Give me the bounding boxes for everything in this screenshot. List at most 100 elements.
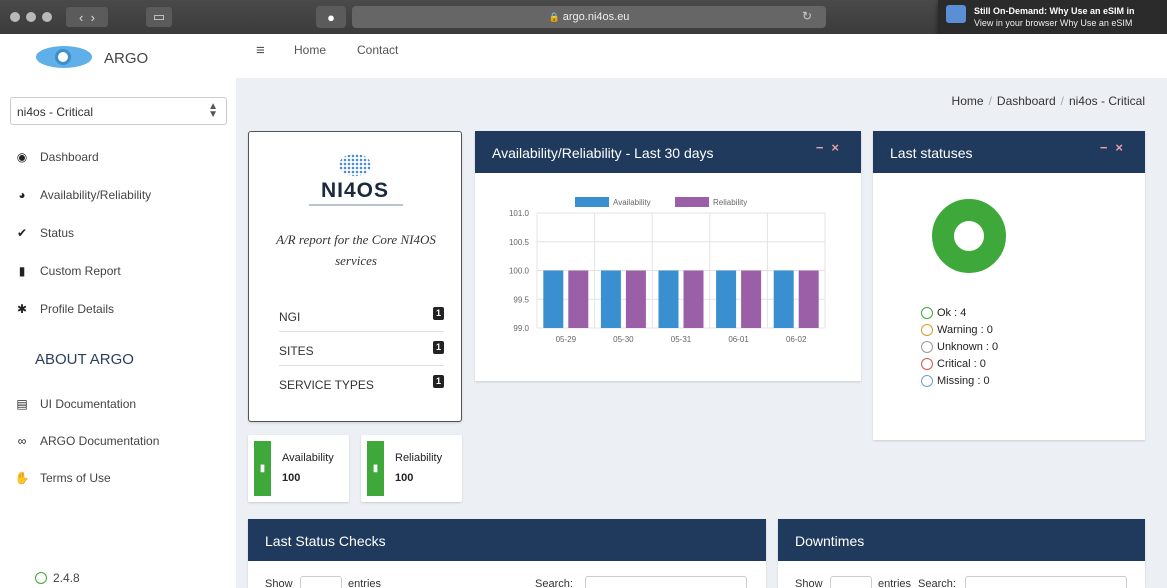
close-icon[interactable]: × — [831, 140, 847, 155]
y-tick-label: 100.0 — [509, 267, 530, 276]
logo-tagline-line — [309, 204, 403, 206]
sidebar-item-status[interactable]: ✔ Status — [17, 226, 74, 240]
bar-availability[interactable] — [658, 270, 679, 329]
report-card: NI4OS A/R report for the Core NI4OS serv… — [248, 131, 462, 422]
bar-availability[interactable] — [600, 270, 621, 329]
bar-reliability[interactable] — [625, 270, 646, 329]
legend-swatch-reliability[interactable] — [675, 197, 709, 207]
address-bar[interactable]: 🔒 argo.ni4os.eu ↻ — [352, 6, 826, 28]
legend-label: Ok : 4 — [937, 307, 967, 319]
window-controls[interactable] — [10, 12, 52, 22]
sidebar-item-profile-details[interactable]: ✱ Profile Details — [17, 302, 115, 316]
sidebar-item-label: UI Documentation — [40, 397, 137, 411]
search-label: Search: — [918, 578, 956, 588]
sidebar-item-ui-documentation[interactable]: ▤ UI Documentation — [16, 397, 137, 411]
reliability-info-box: ▮ Reliability 100 — [361, 435, 462, 502]
donut-ok-segment[interactable] — [932, 199, 1006, 273]
search-input[interactable] — [965, 576, 1127, 588]
back-forward-buttons[interactable]: ‹ › — [66, 7, 108, 27]
minimize-icon[interactable]: − — [1100, 140, 1116, 155]
info-box-label: Reliability — [395, 452, 443, 464]
stat-row-service-types[interactable]: SERVICE TYPES 1 — [279, 366, 444, 400]
x-tick-label: 06-02 — [786, 335, 807, 344]
url-text: argo.ni4os.eu — [562, 11, 630, 23]
sidebar-item-terms-of-use[interactable]: ✋ Terms of Use — [15, 471, 111, 485]
breadcrumb-dashboard[interactable]: Dashboard — [997, 94, 1056, 108]
legend-item[interactable]: Critical : 0 — [921, 358, 986, 370]
y-tick-label: 100.5 — [509, 238, 530, 247]
nav-link-contact[interactable]: Contact — [357, 43, 398, 57]
bar-availability[interactable] — [773, 270, 794, 329]
bar-chart-icon: ▮ — [254, 441, 271, 496]
sidebar-item-argo-documentation[interactable]: ∞ ARGO Documentation — [18, 434, 160, 448]
hamburger-menu-icon[interactable]: ≡ — [256, 42, 265, 59]
status-circle-icon — [921, 375, 933, 387]
nav-link-home[interactable]: Home — [294, 43, 326, 57]
sidebar-item-label: ARGO Documentation — [40, 434, 160, 448]
sidebar-item-custom-report[interactable]: ▮ Custom Report — [19, 264, 121, 278]
panel-title: Downtimes — [795, 533, 865, 549]
version-status-icon — [35, 572, 47, 584]
bar-reliability[interactable] — [741, 270, 762, 329]
legend-label-availability: Availability — [613, 198, 651, 207]
breadcrumb-home[interactable]: Home — [952, 94, 984, 108]
stat-row-sites[interactable]: SITES 1 — [279, 332, 444, 366]
status-donut-chart — [932, 199, 1006, 273]
panel-tools: −× — [1100, 140, 1131, 155]
sidebar-toggle-button[interactable]: ▭ — [146, 7, 172, 27]
y-tick-label: 99.0 — [513, 324, 529, 333]
sidebar-item-label: Terms of Use — [40, 471, 111, 485]
tenant-select-value: ni4os - Critical — [17, 105, 94, 119]
sidebar-item-label: Profile Details — [40, 302, 115, 316]
bar-reliability[interactable] — [568, 270, 589, 329]
sidebar-item-dashboard[interactable]: ◉ Dashboard — [17, 150, 99, 164]
sidebar-item-availability[interactable]: ◕ Availability/Reliability — [18, 188, 151, 202]
bar-reliability[interactable] — [683, 270, 704, 329]
status-circle-icon — [921, 341, 933, 353]
mail-app-icon — [946, 5, 966, 23]
entries-length-select[interactable] — [830, 576, 872, 588]
stat-label: SERVICE TYPES — [279, 378, 374, 392]
entries-length-select[interactable] — [300, 576, 342, 588]
close-window-button[interactable] — [10, 12, 20, 22]
show-label: Show — [265, 578, 293, 588]
app-logo[interactable]: ARGO — [0, 34, 236, 78]
minimize-icon[interactable]: − — [816, 140, 832, 155]
zoom-window-button[interactable] — [42, 12, 52, 22]
close-icon[interactable]: × — [1115, 140, 1131, 155]
downtimes-panel: Downtimes Show entries Search: — [778, 519, 1145, 588]
search-input[interactable] — [585, 576, 747, 588]
bar-availability[interactable] — [543, 270, 564, 329]
ni4os-logo-icon — [339, 154, 371, 176]
privacy-shield-icon[interactable]: ● — [316, 6, 346, 28]
lock-icon: 🔒 — [548, 11, 560, 22]
check-circle-icon: ✔ — [16, 226, 28, 240]
forward-icon[interactable]: › — [91, 10, 95, 25]
stat-row-ngi[interactable]: NGI 1 — [279, 298, 444, 332]
x-tick-label: 05-30 — [613, 335, 634, 344]
panel-tools: −× — [816, 140, 847, 155]
notification-body: View in your browser Why Use an eSIM — [974, 18, 1133, 28]
notification-title: Still On-Demand: Why Use an eSIM in — [974, 6, 1135, 16]
legend-item[interactable]: Ok : 4 — [921, 307, 966, 319]
ar-chart-panel: Availability/Reliability - Last 30 days … — [475, 131, 861, 381]
breadcrumb-current: ni4os - Critical — [1068, 94, 1145, 108]
reload-icon[interactable]: ↻ — [802, 9, 812, 23]
breadcrumb: Home / Dashboard / ni4os - Critical — [951, 94, 1145, 108]
tenant-select[interactable]: ni4os - Critical ▲ ▼ — [10, 97, 227, 125]
legend-item[interactable]: Missing : 0 — [921, 375, 990, 387]
bar-reliability[interactable] — [798, 270, 819, 329]
panel-header: Availability/Reliability - Last 30 days … — [475, 131, 861, 173]
legend-swatch-availability[interactable] — [575, 197, 609, 207]
ar-bar-chart: 101.0 100.5 100.0 99.5 99.0 05-29 05-30 05-31 06… — [509, 197, 826, 344]
bar-availability[interactable] — [716, 270, 737, 329]
handshake-icon: ✋ — [14, 471, 30, 485]
minimize-window-button[interactable] — [26, 12, 36, 22]
sidebar-icon: ▭ — [152, 9, 166, 24]
back-icon[interactable]: ‹ — [79, 10, 83, 25]
status-circle-icon — [921, 324, 933, 336]
browser-toolbar: ‹ › ▭ ● 🔒 argo.ni4os.eu ↻ Still On-Deman… — [0, 0, 1167, 42]
legend-item[interactable]: Warning : 0 — [921, 324, 993, 336]
legend-item[interactable]: Unknown : 0 — [921, 341, 998, 353]
eye-icon: ◉ — [16, 150, 28, 164]
